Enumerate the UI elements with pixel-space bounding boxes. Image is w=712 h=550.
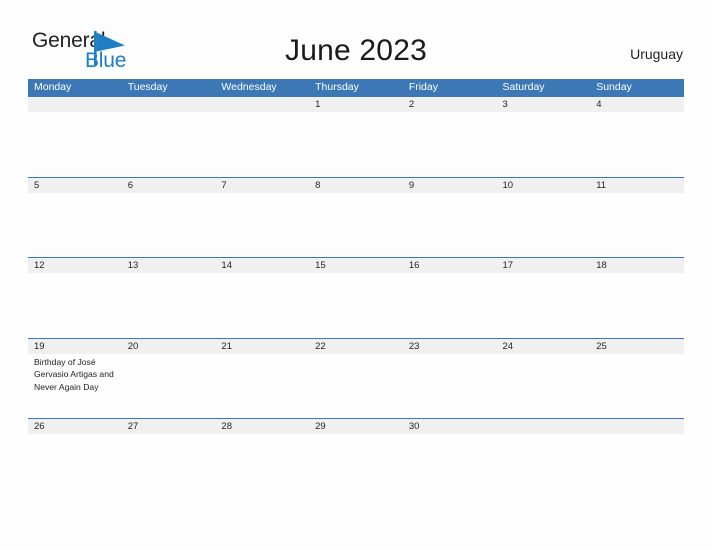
week-row: 1 2 3 4 [28,96,684,177]
weekday-thursday: Thursday [315,81,359,93]
week-row: 19 20 21 22 23 24 25 Birthday of José Ge… [28,337,684,419]
day-event [309,112,403,177]
day-event [122,193,216,258]
day-event [28,434,122,499]
day-event [497,434,591,499]
day-event [497,112,591,177]
day-event [497,354,591,419]
day-number[interactable]: 9 [403,178,497,193]
day-number[interactable]: 11 [590,178,684,193]
event-band: Birthday of José Gervasio Artigas and Ne… [28,354,684,419]
day-number[interactable]: 5 [28,178,122,193]
day-event [215,273,309,338]
day-event [122,434,216,499]
week-row: 26 27 28 29 30 [28,418,684,499]
event-band [28,193,684,258]
day-number[interactable] [122,97,216,112]
day-event [122,273,216,338]
day-event [215,354,309,419]
weekday-monday: Monday [34,81,72,93]
day-event [403,273,497,338]
day-event [215,112,309,177]
day-number[interactable]: 13 [122,258,216,273]
weekday-tuesday: Tuesday [127,81,168,93]
weekday-wednesday: Wednesday [221,81,277,93]
day-number[interactable]: 14 [215,258,309,273]
day-event [309,354,403,419]
day-event [497,193,591,258]
day-event [590,434,684,499]
day-number[interactable]: 2 [403,97,497,112]
weekday-friday: Friday [408,81,438,93]
day-number[interactable]: 21 [215,339,309,354]
day-event [403,112,497,177]
day-number[interactable]: 4 [590,97,684,112]
day-number[interactable]: 6 [122,178,216,193]
date-band: 1 2 3 4 [28,96,684,112]
day-number[interactable]: 27 [122,419,216,434]
day-number[interactable]: 15 [309,258,403,273]
day-number[interactable]: 7 [215,178,309,193]
event-band [28,434,684,499]
day-number[interactable]: 30 [403,419,497,434]
day-event [122,112,216,177]
weekday-header-row: Monday Tuesday Wednesday Thursday Friday… [28,79,684,96]
day-number[interactable]: 18 [590,258,684,273]
day-number[interactable]: 24 [497,339,591,354]
day-number[interactable] [215,97,309,112]
day-event-holiday: Birthday of José Gervasio Artigas and Ne… [34,356,114,392]
day-number[interactable]: 22 [309,339,403,354]
day-number[interactable]: 23 [403,339,497,354]
day-event [403,434,497,499]
day-event [590,354,684,419]
day-number[interactable]: 25 [590,339,684,354]
day-event [28,193,122,258]
date-band: 12 13 14 15 16 17 18 [28,257,684,273]
day-event [215,193,309,258]
date-band: 5 6 7 8 9 10 11 [28,176,684,193]
week-row: 12 13 14 15 16 17 18 [28,257,684,338]
day-number[interactable]: 29 [309,419,403,434]
date-band: 26 27 28 29 30 [28,418,684,434]
day-number[interactable] [28,97,122,112]
event-band [28,273,684,338]
day-event [590,273,684,338]
day-event [122,354,216,419]
calendar-grid: Monday Tuesday Wednesday Thursday Friday… [28,79,684,499]
day-number[interactable]: 26 [28,419,122,434]
day-event [215,434,309,499]
day-number[interactable]: 10 [497,178,591,193]
day-number[interactable]: 17 [497,258,591,273]
weekday-sunday: Sunday [596,81,632,93]
day-number[interactable]: 16 [403,258,497,273]
day-number[interactable] [497,419,591,434]
day-event [590,112,684,177]
day-event [309,193,403,258]
page-header: General Blue June 2023 Uruguay [0,0,712,78]
day-event [403,193,497,258]
date-band: 19 20 21 22 23 24 25 [28,337,684,354]
day-number[interactable] [590,419,684,434]
day-event [28,273,122,338]
region-label: Uruguay [630,46,683,62]
page-title: June 2023 [285,34,427,67]
week-row: 5 6 7 8 9 10 11 [28,176,684,258]
day-event [590,193,684,258]
day-number[interactable]: 3 [497,97,591,112]
day-event [403,354,497,419]
day-event [28,112,122,177]
weekday-saturday: Saturday [502,81,545,93]
day-number[interactable]: 20 [122,339,216,354]
day-number[interactable]: 28 [215,419,309,434]
day-event [309,273,403,338]
day-number[interactable]: 1 [309,97,403,112]
day-event [309,434,403,499]
day-number[interactable]: 19 [28,339,122,354]
day-number[interactable]: 8 [309,178,403,193]
day-event [497,273,591,338]
event-band [28,112,684,177]
day-number[interactable]: 12 [28,258,122,273]
